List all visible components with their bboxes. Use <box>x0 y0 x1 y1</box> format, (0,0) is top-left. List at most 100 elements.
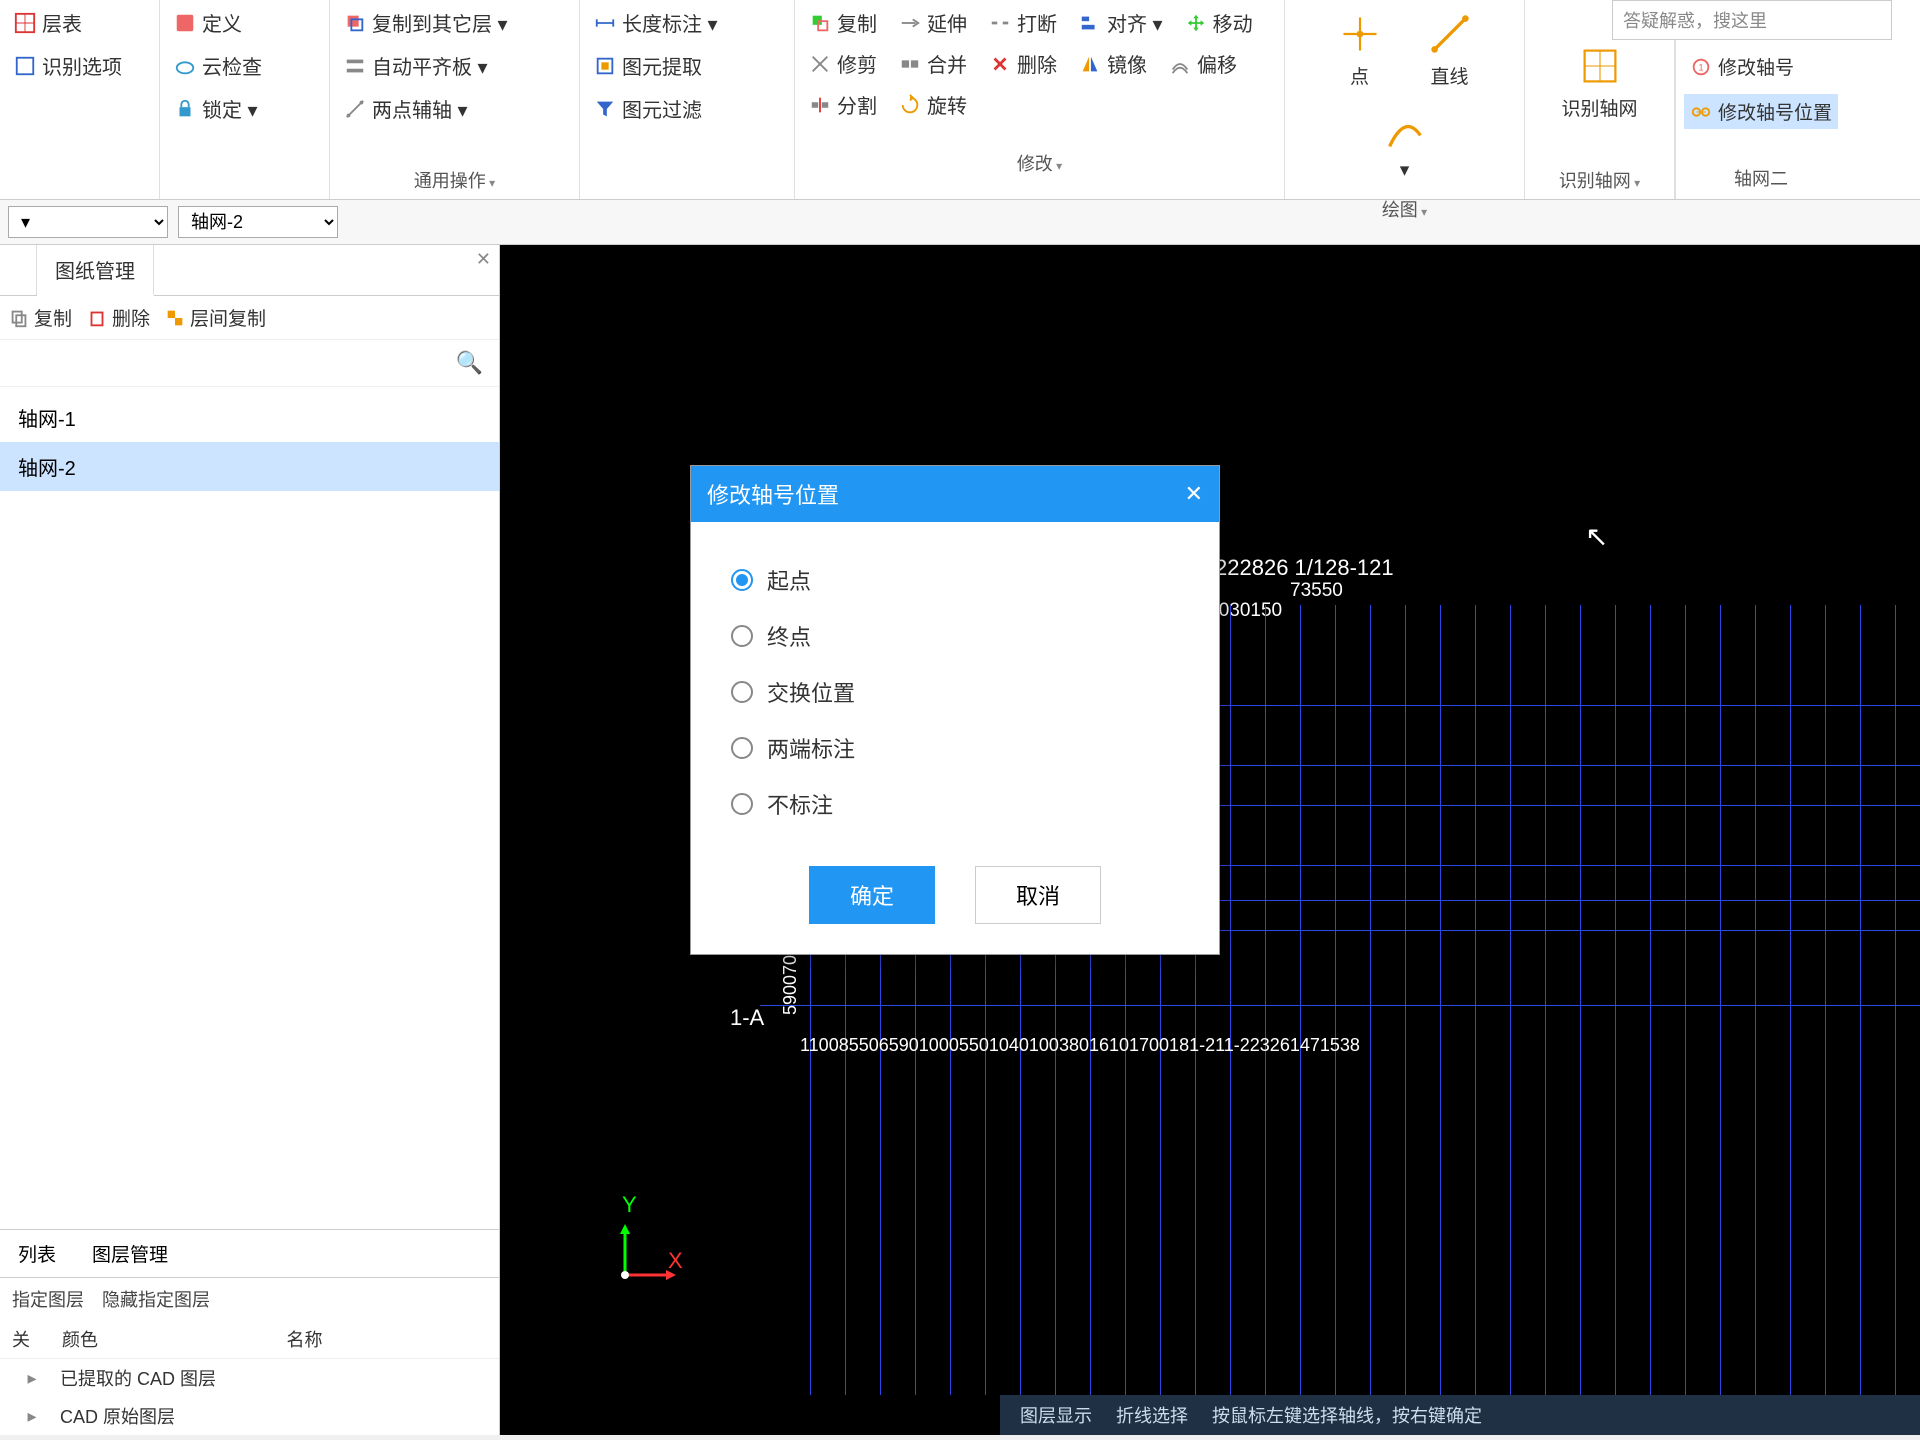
ribbon-align[interactable]: 对齐 ▾ <box>1077 4 1165 41</box>
ribbon-move[interactable]: 移动 <box>1183 4 1255 41</box>
break-icon <box>989 12 1011 34</box>
sub-toolbar: ▾ 轴网-2 <box>0 200 1920 245</box>
axis-left-label: 1-A <box>730 1005 764 1031</box>
dialog-titlebar[interactable]: 修改轴号位置 ✕ <box>691 466 1219 522</box>
delete-icon <box>989 53 1011 75</box>
layer-hide[interactable]: 隐藏指定图层 <box>102 1286 210 1312</box>
grid-icon <box>1578 44 1622 88</box>
list-item[interactable]: 轴网-1 <box>0 393 499 442</box>
ribbon-lock[interactable]: 锁定 ▾ <box>172 90 264 127</box>
axis-top-mid: 73550 <box>1290 580 1343 602</box>
offset-icon <box>1169 53 1191 75</box>
layer-tab-manage[interactable]: 图层管理 <box>74 1230 186 1277</box>
list-item[interactable]: 轴网-2 <box>0 442 499 491</box>
modify-axis-pos-dialog: 修改轴号位置 ✕ 起点 终点 交换位置 两端标注 不标注 确定 取消 <box>690 465 1220 955</box>
define-icon <box>174 12 196 34</box>
ribbon-split[interactable]: 分割 <box>807 86 879 123</box>
side-tab-drawings[interactable]: 图纸管理 <box>37 245 154 296</box>
ribbon-break[interactable]: 打断 <box>987 4 1059 41</box>
copy-layer-icon <box>344 12 366 34</box>
radio-icon <box>731 625 753 647</box>
search-icon[interactable]: 🔍 <box>446 346 493 380</box>
ribbon-line[interactable]: 直线 <box>1414 4 1486 97</box>
radio-none[interactable]: 不标注 <box>731 776 1179 832</box>
ribbon-recognize-options[interactable]: 识别选项 <box>12 47 124 84</box>
align-icon <box>344 55 366 77</box>
axis-pos-icon <box>1690 101 1712 123</box>
cloud-icon <box>174 55 196 77</box>
ribbon-rotate[interactable]: 旋转 <box>897 86 969 123</box>
cancel-button[interactable]: 取消 <box>975 866 1101 924</box>
table-row[interactable]: ▸CAD 原始图层 <box>0 1397 499 1435</box>
ribbon-merge[interactable]: 合并 <box>897 45 969 82</box>
side-copy-button[interactable]: 复制 <box>8 304 72 331</box>
ribbon-modify-axis-num[interactable]: 1修改轴号 <box>1684 49 1838 84</box>
inter-copy-icon <box>164 307 186 329</box>
radio-end[interactable]: 终点 <box>731 608 1179 664</box>
layer-set[interactable]: 指定图层 <box>12 1286 84 1312</box>
radio-start[interactable]: 起点 <box>731 552 1179 608</box>
curve-icon <box>1383 109 1427 153</box>
ribbon-point[interactable]: 点 <box>1324 4 1396 97</box>
dropdown-unknown[interactable]: ▾ <box>8 206 168 238</box>
settings-icon <box>14 55 36 77</box>
ribbon-layer-table[interactable]: 层表 <box>12 4 124 41</box>
mirror-icon <box>1079 53 1101 75</box>
ribbon-extend[interactable]: 延伸 <box>897 4 969 41</box>
ribbon-axis-ext: 轴网二 <box>1684 161 1838 195</box>
radio-icon <box>731 737 753 759</box>
close-icon[interactable]: ✕ <box>1185 481 1203 507</box>
ribbon-copy-to-layer[interactable]: 复制到其它层 ▾ <box>342 4 510 41</box>
side-close-icon[interactable]: ✕ <box>476 249 491 270</box>
side-list: 轴网-1 轴网-2 <box>0 387 499 1229</box>
ribbon-group-label-draw: 绘图 <box>1297 190 1512 224</box>
filter-icon <box>594 98 616 120</box>
dimension-icon <box>594 12 616 34</box>
ribbon-group-label-general: 通用操作 <box>342 161 567 195</box>
ribbon-delete[interactable]: 删除 <box>987 45 1059 82</box>
radio-icon <box>731 681 753 703</box>
copy-icon <box>809 12 831 34</box>
ribbon-cloud-check[interactable]: 云检查 <box>172 47 264 84</box>
layer-panel: 列表 图层管理 指定图层 隐藏指定图层 关颜色名称 ▸已提取的 CAD 图层 ▸… <box>0 1229 499 1435</box>
ribbon-group-label-modify: 修改 <box>807 144 1272 178</box>
expand-icon[interactable]: ▸ <box>12 1406 52 1427</box>
lock-icon <box>174 98 196 120</box>
ribbon-extract[interactable]: 图元提取 <box>592 47 720 84</box>
delete-small-icon <box>86 307 108 329</box>
side-delete-button[interactable]: 删除 <box>86 304 150 331</box>
point-icon <box>1338 12 1382 56</box>
ribbon-filter[interactable]: 图元过滤 <box>592 90 720 127</box>
ribbon-draw-more[interactable]: ▾ <box>1369 101 1441 190</box>
status-item[interactable]: 折线选择 <box>1116 1402 1188 1428</box>
radio-icon <box>731 569 753 591</box>
ribbon-modify-axis-pos[interactable]: 修改轴号位置 <box>1684 94 1838 129</box>
ok-button[interactable]: 确定 <box>809 866 935 924</box>
status-item[interactable]: 图层显示 <box>1020 1402 1092 1428</box>
ribbon-length-dim[interactable]: 长度标注 ▾ <box>592 4 720 41</box>
trim-icon <box>809 53 831 75</box>
table-row[interactable]: ▸已提取的 CAD 图层 <box>0 1359 499 1397</box>
status-bar: 图层显示 折线选择 按鼠标左键选择轴线，按右键确定 <box>1000 1395 1920 1435</box>
rotate-icon <box>899 94 921 116</box>
ribbon-two-point-aux[interactable]: 两点辅轴 ▾ <box>342 90 510 127</box>
grid-select[interactable]: 轴网-2 <box>178 206 338 238</box>
extract-icon <box>594 55 616 77</box>
align2-icon <box>1079 12 1101 34</box>
ribbon-define[interactable]: 定义 <box>172 4 264 41</box>
table-icon <box>14 12 36 34</box>
global-search[interactable]: 答疑解惑，搜这里 <box>1612 0 1892 40</box>
ribbon-copy[interactable]: 复制 <box>807 4 879 41</box>
mouse-cursor-icon: ↖ <box>1585 520 1608 553</box>
layer-tab-list[interactable]: 列表 <box>0 1230 74 1277</box>
expand-icon[interactable]: ▸ <box>12 1368 52 1389</box>
side-inter-copy-button[interactable]: 层间复制 <box>164 304 266 331</box>
side-tab-1[interactable] <box>0 245 37 295</box>
ribbon-mirror[interactable]: 镜像 <box>1077 45 1149 82</box>
ribbon-offset[interactable]: 偏移 <box>1167 45 1239 82</box>
radio-swap[interactable]: 交换位置 <box>731 664 1179 720</box>
ribbon-auto-align[interactable]: 自动平齐板 ▾ <box>342 47 510 84</box>
dialog-title: 修改轴号位置 <box>707 478 839 510</box>
radio-both[interactable]: 两端标注 <box>731 720 1179 776</box>
ribbon-trim[interactable]: 修剪 <box>807 45 879 82</box>
